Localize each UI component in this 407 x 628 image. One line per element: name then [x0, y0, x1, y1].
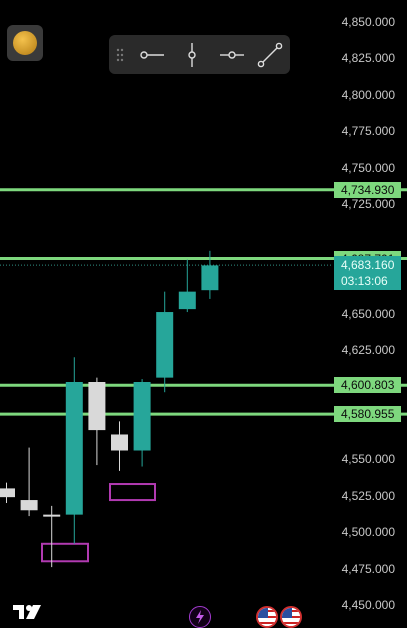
- candle-body: [156, 312, 174, 378]
- price-axis-tick: 4,725.000: [341, 197, 395, 212]
- candle-body: [133, 382, 151, 451]
- symbol-logo-button[interactable]: [7, 25, 43, 61]
- price-axis-tick: 4,550.000: [341, 452, 395, 467]
- level-price-badge: 4,580.955: [334, 406, 401, 423]
- candle-body: [0, 488, 15, 498]
- current-price-value: 4,683.160: [341, 258, 395, 273]
- drawing-toolbar: [109, 35, 290, 74]
- price-axis-tick: 4,850.000: [341, 15, 395, 29]
- price-axis-tick: 4,525.000: [341, 488, 395, 503]
- price-axis-tick: 4,750.000: [341, 160, 395, 175]
- candle-body: [178, 291, 196, 310]
- candle-body: [65, 382, 83, 515]
- trend-line-tool-icon[interactable]: [251, 35, 289, 74]
- drag-handle-icon[interactable]: [113, 35, 127, 74]
- price-axis-tick: 4,500.000: [341, 525, 395, 540]
- zone-box: [109, 483, 156, 502]
- price-axis-tick: 4,775.000: [341, 124, 395, 139]
- horizontal-line-tool-icon[interactable]: [213, 35, 251, 74]
- price-axis-tick: 4,450.000: [341, 598, 395, 612]
- level-price-badge: 4,600.803: [334, 377, 401, 394]
- zone-box: [41, 542, 89, 563]
- candle-body: [43, 514, 61, 517]
- price-axis-tick: 4,475.000: [341, 561, 395, 576]
- candle-body: [201, 265, 219, 291]
- candle-body: [88, 382, 106, 431]
- price-axis-tick: 4,625.000: [341, 342, 395, 357]
- price-axis-tick: 4,800.000: [341, 87, 395, 102]
- candle-body: [111, 434, 128, 451]
- gold-coin-icon: [13, 31, 37, 55]
- price-axis-tick: 4,650.000: [341, 306, 395, 321]
- level-price-badge: 4,734.930: [334, 181, 401, 198]
- price-axis-tick: 4,825.000: [341, 51, 395, 66]
- tradingview-logo-icon[interactable]: [13, 603, 45, 621]
- current-price-badge: 4,683.160 03:13:06: [334, 256, 401, 291]
- horizontal-ray-tool-icon[interactable]: [133, 35, 171, 74]
- candle-countdown: 03:13:06: [341, 274, 388, 289]
- vertical-line-tool-icon[interactable]: [173, 35, 211, 74]
- candle-body: [20, 500, 38, 511]
